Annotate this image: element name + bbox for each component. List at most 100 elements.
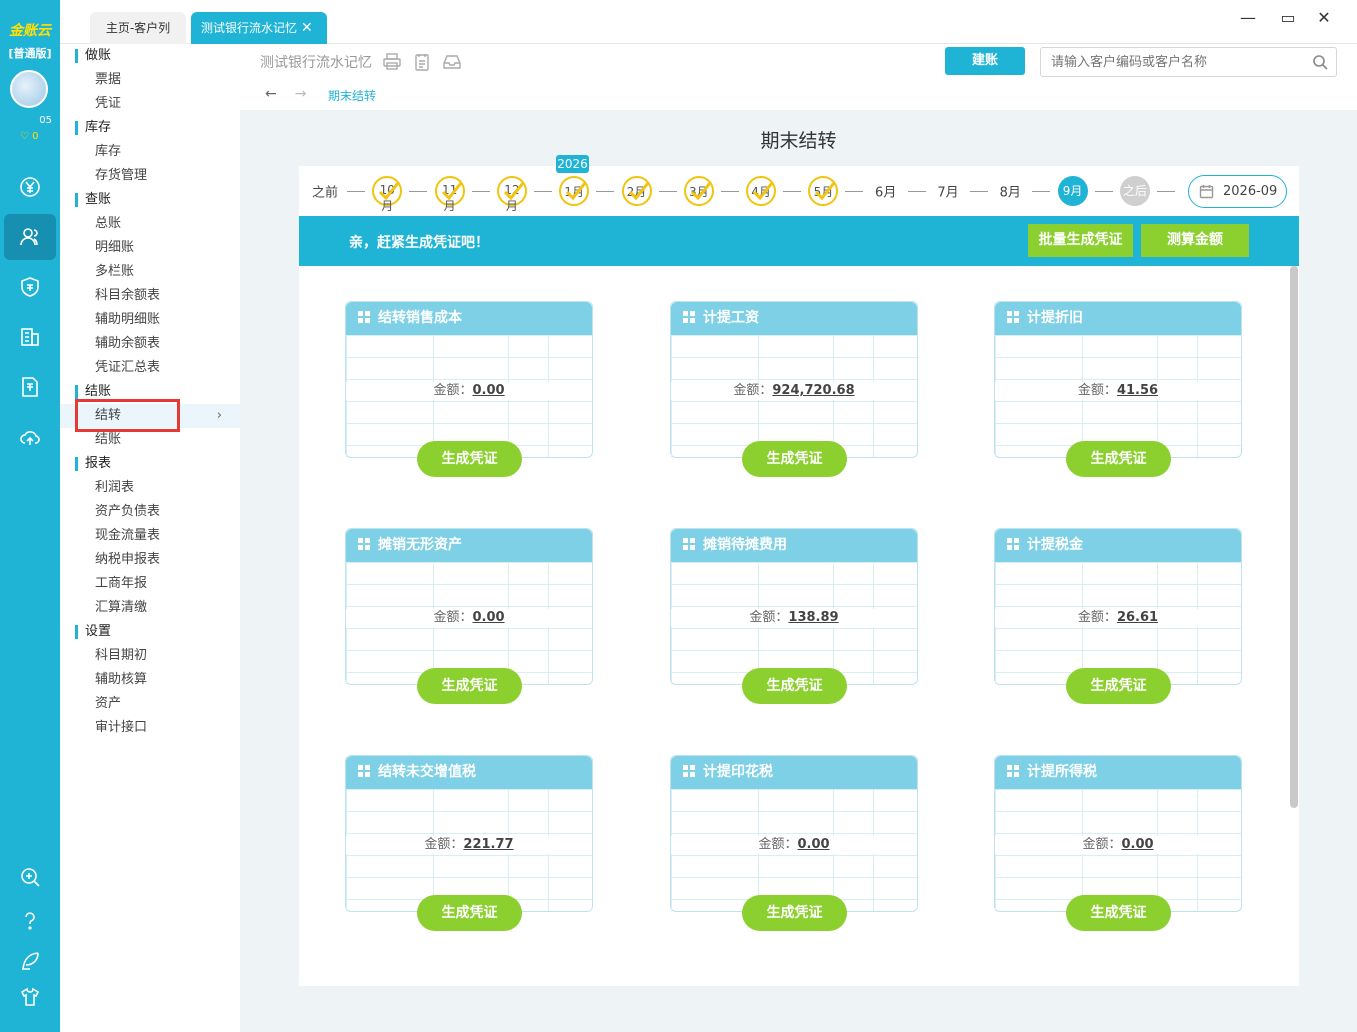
timeline-before[interactable]: 之前 [312,182,338,201]
generate-voucher-button[interactable]: 生成凭证 [1066,895,1171,931]
generate-voucher-button[interactable]: 生成凭证 [417,668,522,704]
scrollbar[interactable] [1290,266,1298,808]
menu-list: 做账 票据 凭证 库存 库存 存货管理 查账 总账 明细账 多栏账 科目余额表 辅助明细账 辅助余额表凭… [60,44,240,740]
generate-voucher-button[interactable]: 生成凭证 [1066,441,1171,477]
menu-item[interactable]: 工商年报 [60,572,240,596]
timeline-month-done[interactable]: 3月 [683,176,714,206]
menu-item[interactable]: 科目余额表 [60,284,240,308]
menu-group: 做账 [60,44,240,68]
tab-current-label: 测试银行流水记忆 [201,21,298,35]
timeline-month-done[interactable]: 12月 [496,176,527,213]
card-title: 结转销售成本 [378,310,462,326]
timeline-month[interactable]: 7月 [937,182,958,201]
notepad-icon[interactable] [412,52,432,76]
menu-item[interactable]: 现金流量表 [60,524,240,548]
timeline-connector [347,191,365,192]
grid-icon [683,530,695,550]
timeline-month-current[interactable]: 9月 [1057,176,1088,206]
amount-value[interactable]: 0.00 [472,383,504,398]
batch-generate-button[interactable]: 批量生成凭证 [1028,224,1133,257]
date-picker[interactable]: 2026-09 [1188,175,1287,208]
menu-item[interactable]: 科目期初 [60,644,240,668]
menu-item[interactable]: 凭证汇总表 [60,356,240,380]
timeline-after[interactable]: 之后 [1119,176,1150,206]
printer-icon[interactable] [382,52,402,76]
back-arrow-icon[interactable]: ← [265,86,277,102]
generate-voucher-button[interactable]: 生成凭证 [742,668,847,704]
tax-shield-icon[interactable] [0,264,60,310]
menu-item[interactable]: 资产负债表 [60,500,240,524]
menu-item[interactable]: 辅助核算 [60,668,240,692]
menu-item[interactable]: 多栏账 [60,260,240,284]
search-icon[interactable] [1312,54,1328,70]
amount-value[interactable]: 0.00 [797,837,829,852]
calc-amount-button[interactable]: 测算金额 [1141,224,1249,257]
timeline-month-done[interactable]: 11月 [434,176,465,213]
menu-item[interactable]: 辅助明细账 [60,308,240,332]
menu-item[interactable]: 汇算清缴 [60,596,240,620]
tab-home[interactable]: 主页-客户列表 [90,12,186,67]
card-amount: 金额：0.00 [346,382,592,400]
menu-item[interactable]: 利润表 [60,476,240,500]
timeline-month[interactable]: 6月 [875,182,896,201]
timeline-month[interactable]: 8月 [1000,182,1021,201]
menu-item[interactable]: 纳税申报表 [60,548,240,572]
breadcrumb[interactable]: 期末结转 [328,87,376,104]
window-close-button[interactable]: ✕ [1309,8,1339,27]
menu-item[interactable]: 库存 [60,140,240,164]
amount-value[interactable]: 0.00 [472,610,504,625]
tab-current[interactable]: 测试银行流水记忆 ✕ [191,12,327,44]
zoom-in-icon[interactable] [0,854,60,900]
amount-value[interactable]: 26.61 [1117,610,1158,625]
shirt-icon[interactable] [0,974,60,1020]
avatar[interactable] [10,70,48,108]
building-icon[interactable] [0,314,60,360]
menu-item-label: 纳税申报表 [95,552,161,567]
timeline-month-done[interactable]: 10月 [372,176,403,213]
amount-value[interactable]: 221.77 [463,837,513,852]
menu-item[interactable]: 辅助余额表 [60,332,240,356]
timeline-month-done[interactable]: 2月 [621,176,652,206]
timeline-connector [658,191,677,192]
side-menu: 做账 票据 凭证 库存 库存 存货管理 查账 总账 明细账 多栏账 科目余额表 辅助明细账 辅助余额表凭… [60,44,240,1032]
card-title: 计提工资 [703,310,759,326]
customer-search-input[interactable] [1040,47,1337,77]
timeline-month-done[interactable]: 4月 [746,176,777,206]
maximize-button[interactable]: ▭ [1273,8,1303,27]
generate-voucher-button[interactable]: 生成凭证 [417,441,522,477]
generate-voucher-button[interactable]: 生成凭证 [1066,668,1171,704]
amount-value[interactable]: 138.89 [788,610,838,625]
timeline-connector [596,191,615,192]
year-report-icon[interactable] [0,364,60,410]
history-nav: ← → [265,86,306,102]
forward-arrow-icon[interactable]: → [295,86,307,102]
menu-item[interactable]: 总账 [60,212,240,236]
amount-value[interactable]: 41.56 [1117,383,1158,398]
menu-item[interactable]: 审计接口 [60,716,240,740]
grid-icon [358,303,370,323]
menu-item-label: 结账 [95,432,122,447]
inbox-icon[interactable] [442,52,462,76]
close-icon[interactable]: ✕ [301,20,313,36]
generate-voucher-button[interactable]: 生成凭证 [742,441,847,477]
period-timeline: 2026 之前 10月 11月 12月 1月 2月 3月 4月 5月 6月 7月 8月 9月 之后 202… [299,155,1299,216]
generate-voucher-button[interactable]: 生成凭证 [417,895,522,931]
amount-value[interactable]: 924,720.68 [772,383,854,398]
cloud-upload-icon[interactable] [0,414,60,460]
yen-icon[interactable] [0,164,60,210]
top-bar: 主页-客户列表 测试银行流水记忆✕ — ▭ ✕ [60,0,1357,67]
menu-item[interactable]: 存货管理 [60,164,240,188]
menu-item[interactable]: 票据 [60,68,240,92]
menu-item[interactable]: 凭证 [60,92,240,116]
generate-voucher-button[interactable]: 生成凭证 [742,895,847,931]
timeline-month-done[interactable]: 5月 [808,176,839,206]
minimize-button[interactable]: — [1233,8,1263,27]
create-account-button[interactable]: 建账 [945,47,1025,75]
menu-item[interactable]: 明细账 [60,236,240,260]
grid-icon [683,303,695,323]
menu-item[interactable]: 资产 [60,692,240,716]
timeline-month-done[interactable]: 1月 [559,176,590,206]
amount-value[interactable]: 0.00 [1121,837,1153,852]
users-icon[interactable] [4,214,56,260]
menu-item-label: 资产负债表 [95,504,161,519]
